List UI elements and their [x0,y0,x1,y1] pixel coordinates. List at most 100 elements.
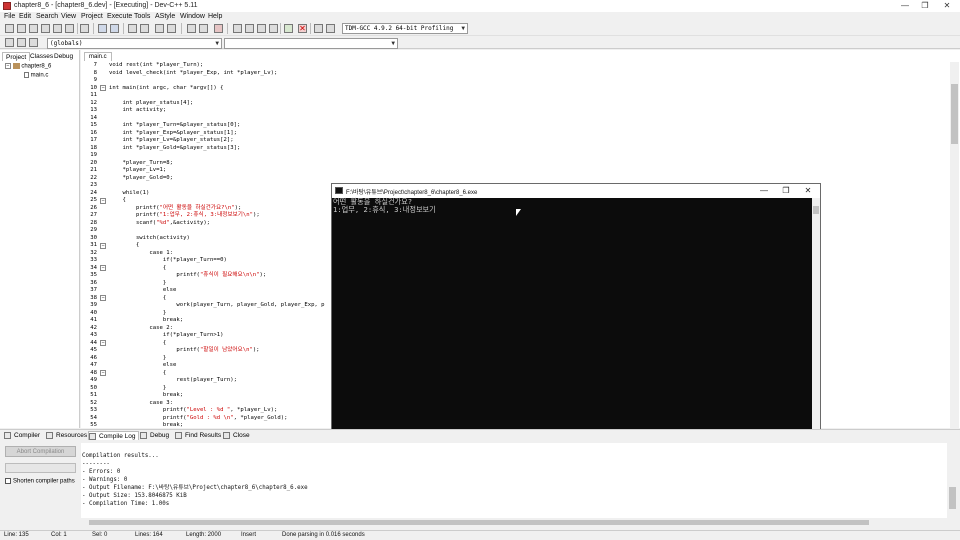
console-output[interactable]: 어떤 활동을 하실건가요? 1:업무, 2:휴식, 3:내정보보기 [332,198,812,438]
console-window[interactable]: F:\바탕\유튜브\Project\chapter8_6\chapter8_6.… [331,183,821,439]
menu-window[interactable]: Window [180,13,205,20]
replace-icon[interactable] [140,24,149,33]
menu-project[interactable]: Project [81,13,103,20]
find-next-icon[interactable] [155,24,164,33]
print-icon[interactable] [80,24,89,33]
fold-toggle-icon[interactable]: − [100,265,106,271]
goto-icon[interactable] [29,38,38,47]
menu-edit[interactable]: Edit [19,13,31,20]
code-line[interactable]: 13 int activity; [82,107,948,115]
abort-compilation-button[interactable]: Abort Compilation [5,446,76,457]
close-all-icon[interactable] [65,24,74,33]
layout-full-icon[interactable] [269,24,278,33]
member-select[interactable]: ▼ [224,38,398,49]
open-file-icon[interactable] [17,24,26,33]
code-token: "Level : %d " [186,407,231,413]
menu-execute[interactable]: Execute [107,13,132,20]
code-line[interactable]: 11 [82,92,948,100]
stop-execution-icon[interactable]: ✕ [298,24,307,33]
tree-node-project[interactable]: − chapter8_6 [5,63,51,70]
code-line[interactable]: 9 [82,77,948,85]
line-number: 11 [90,92,97,98]
fold-toggle-icon[interactable]: − [100,340,106,346]
scroll-thumb[interactable] [89,520,869,525]
log-vertical-scrollbar[interactable] [947,443,958,518]
find-icon[interactable] [128,24,137,33]
scroll-thumb[interactable] [951,84,958,144]
fold-toggle-icon[interactable]: − [100,242,106,249]
maximize-button[interactable]: ❐ [913,0,937,12]
close-file-icon[interactable] [53,24,62,33]
code-line[interactable]: 22 *player_Gold=0; [82,175,948,183]
check-syntax-icon[interactable] [284,24,293,33]
code-line[interactable]: 7 void rest(int *player_Turn); [82,62,948,70]
menu-view[interactable]: View [61,13,76,20]
tab-compile-log[interactable]: Compile Log [88,431,139,440]
code-line[interactable]: 16 int *player_Exp=&player_status[1]; [82,130,948,138]
indent-icon[interactable] [187,24,196,33]
new-file-icon[interactable] [5,24,14,33]
layout-icon[interactable] [233,24,242,33]
collapse-icon[interactable]: − [5,63,11,69]
menu-astyle[interactable]: AStyle [155,13,175,20]
menu-help[interactable]: Help [208,13,222,20]
editor-scrollbar[interactable] [950,62,959,428]
toggle-icon[interactable] [17,38,26,47]
tab-compiler[interactable]: Compiler [4,431,40,440]
code-line[interactable]: 17 int *player_Lv=&player_status[2]; [82,137,948,145]
compile-log[interactable]: Compilation results... -------- - Errors: … [81,443,947,518]
console-minimize-button[interactable]: — [753,184,775,198]
checkbox-icon[interactable] [5,478,11,484]
scroll-thumb[interactable] [949,487,956,509]
menu-file[interactable]: File [4,13,15,20]
console-maximize-button[interactable]: ❐ [775,184,797,198]
code-line[interactable]: 8 void level_check(int *player_Exp, int *… [82,70,948,78]
tab-find-results[interactable]: Find Results [175,431,221,440]
code-text: else [109,287,177,293]
code-line[interactable]: 15 int *player_Turn=&player_status[0]; [82,122,948,130]
tab-close[interactable]: Close [223,431,250,440]
layout-grid-icon[interactable] [257,24,266,33]
console-close-button[interactable]: ✕ [797,184,819,198]
undo-icon[interactable] [98,24,107,33]
scroll-thumb[interactable] [813,206,819,214]
insert-icon[interactable] [5,38,14,47]
log-horizontal-scrollbar[interactable] [81,518,947,527]
code-line[interactable]: 10− int main(int argc, char *argv[]) { [82,85,948,93]
tab-debug-bottom[interactable]: Debug [140,431,169,440]
save-icon[interactable] [29,24,38,33]
menu-tools[interactable]: Tools [134,13,150,20]
editor-tab-main-c[interactable]: main.c [84,52,112,61]
tab-project[interactable]: Project [2,52,31,61]
code-line[interactable]: 12 int player_status[4]; [82,100,948,108]
tab-debug[interactable]: Debug [51,52,76,61]
tab-resources[interactable]: Resources [46,431,87,440]
shorten-paths-checkbox[interactable]: Shorten compiler paths [5,478,75,485]
save-all-icon[interactable] [41,24,50,33]
fold-toggle-icon[interactable]: − [100,370,106,376]
line-number: 41 [90,317,97,323]
line-number: 19 [90,152,97,158]
code-line[interactable]: 14 [82,115,948,123]
compile-icon[interactable] [314,24,323,33]
console-title-bar[interactable]: F:\바탕\유튜브\Project\chapter8_6\chapter8_6.… [332,184,820,198]
fold-toggle-icon[interactable]: − [100,295,106,301]
scope-select[interactable]: (globals) ▼ [47,38,222,49]
tree-node-file[interactable]: main.c [24,72,48,79]
code-line[interactable]: 18 int *player_Gold=&player_status[3]; [82,145,948,153]
toggle-bookmark-icon[interactable] [214,24,223,33]
unindent-icon[interactable] [199,24,208,33]
compiler-select[interactable]: TDM-GCC 4.9.2 64-bit Profiling ▼ [342,23,468,34]
code-line[interactable]: 21 *player_Lv=1; [82,167,948,175]
redo-icon[interactable] [110,24,119,33]
run-icon[interactable] [326,24,335,33]
code-line[interactable]: 19 [82,152,948,160]
fold-toggle-icon[interactable]: − [100,85,106,91]
layout-split-icon[interactable] [245,24,254,33]
code-line[interactable]: 20 *player_Turn=8; [82,160,948,168]
goto-line-icon[interactable] [167,24,176,33]
fold-toggle-icon[interactable]: − [100,197,106,204]
menu-search[interactable]: Search [36,13,58,20]
console-scrollbar[interactable] [812,198,820,438]
close-button[interactable]: ✕ [935,0,959,12]
